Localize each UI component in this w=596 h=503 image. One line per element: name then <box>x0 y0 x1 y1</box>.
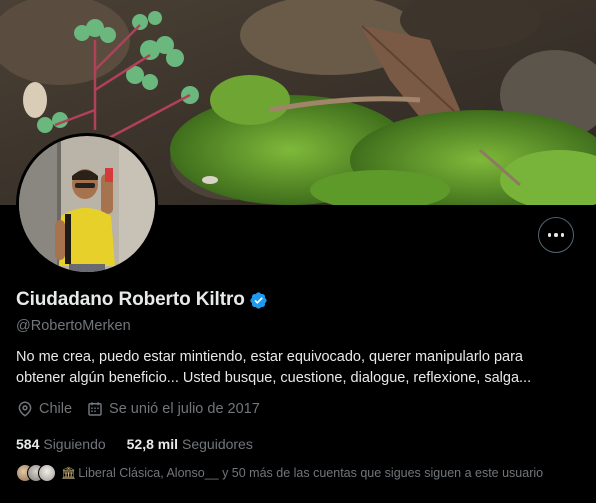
followers-label: Seguidores <box>182 436 253 452</box>
avatar <box>38 464 56 482</box>
avatar-image <box>19 136 155 272</box>
verified-badge-icon[interactable] <box>249 291 268 310</box>
followers-count: 52,8 mil <box>126 436 179 452</box>
followers-you-know-text: Liberal Clásica, Alonso__ y 50 más de la… <box>78 466 544 480</box>
profile-stats: 584 Siguiendo 52,8 mil Seguidores <box>16 436 274 452</box>
more-options-button[interactable] <box>538 217 574 253</box>
profile-meta: Chile Se unió el julio de 2017 <box>16 400 274 418</box>
profile-joined: Se unió el julio de 2017 <box>86 400 260 418</box>
profile-name-row: Ciudadano Roberto Kiltro <box>16 289 268 311</box>
location-text: Chile <box>39 401 73 417</box>
profile-avatar[interactable] <box>16 133 158 275</box>
location-pin-icon <box>18 401 32 417</box>
museum-icon: 🏛 <box>61 466 77 480</box>
display-name: Ciudadano Roberto Kiltro <box>16 289 245 310</box>
followers-link[interactable]: 52,8 mil Seguidores <box>127 436 253 452</box>
following-label: Siguiendo <box>43 436 106 452</box>
profile-handle: @RobertoMerken <box>16 318 131 334</box>
more-horizontal-icon <box>547 233 565 237</box>
followers-avatars <box>16 464 56 482</box>
followers-you-know[interactable]: 🏛 Liberal Clásica, Alonso__ y 50 más de … <box>16 464 543 482</box>
calendar-icon <box>88 402 102 416</box>
following-count: 584 <box>16 436 40 452</box>
following-link[interactable]: 584 Siguiendo <box>16 436 106 452</box>
profile-bio: No me crea, puedo estar mintiendo, estar… <box>16 349 532 386</box>
profile-location: Chile <box>16 400 72 418</box>
joined-text: Se unió el julio de 2017 <box>109 401 260 417</box>
